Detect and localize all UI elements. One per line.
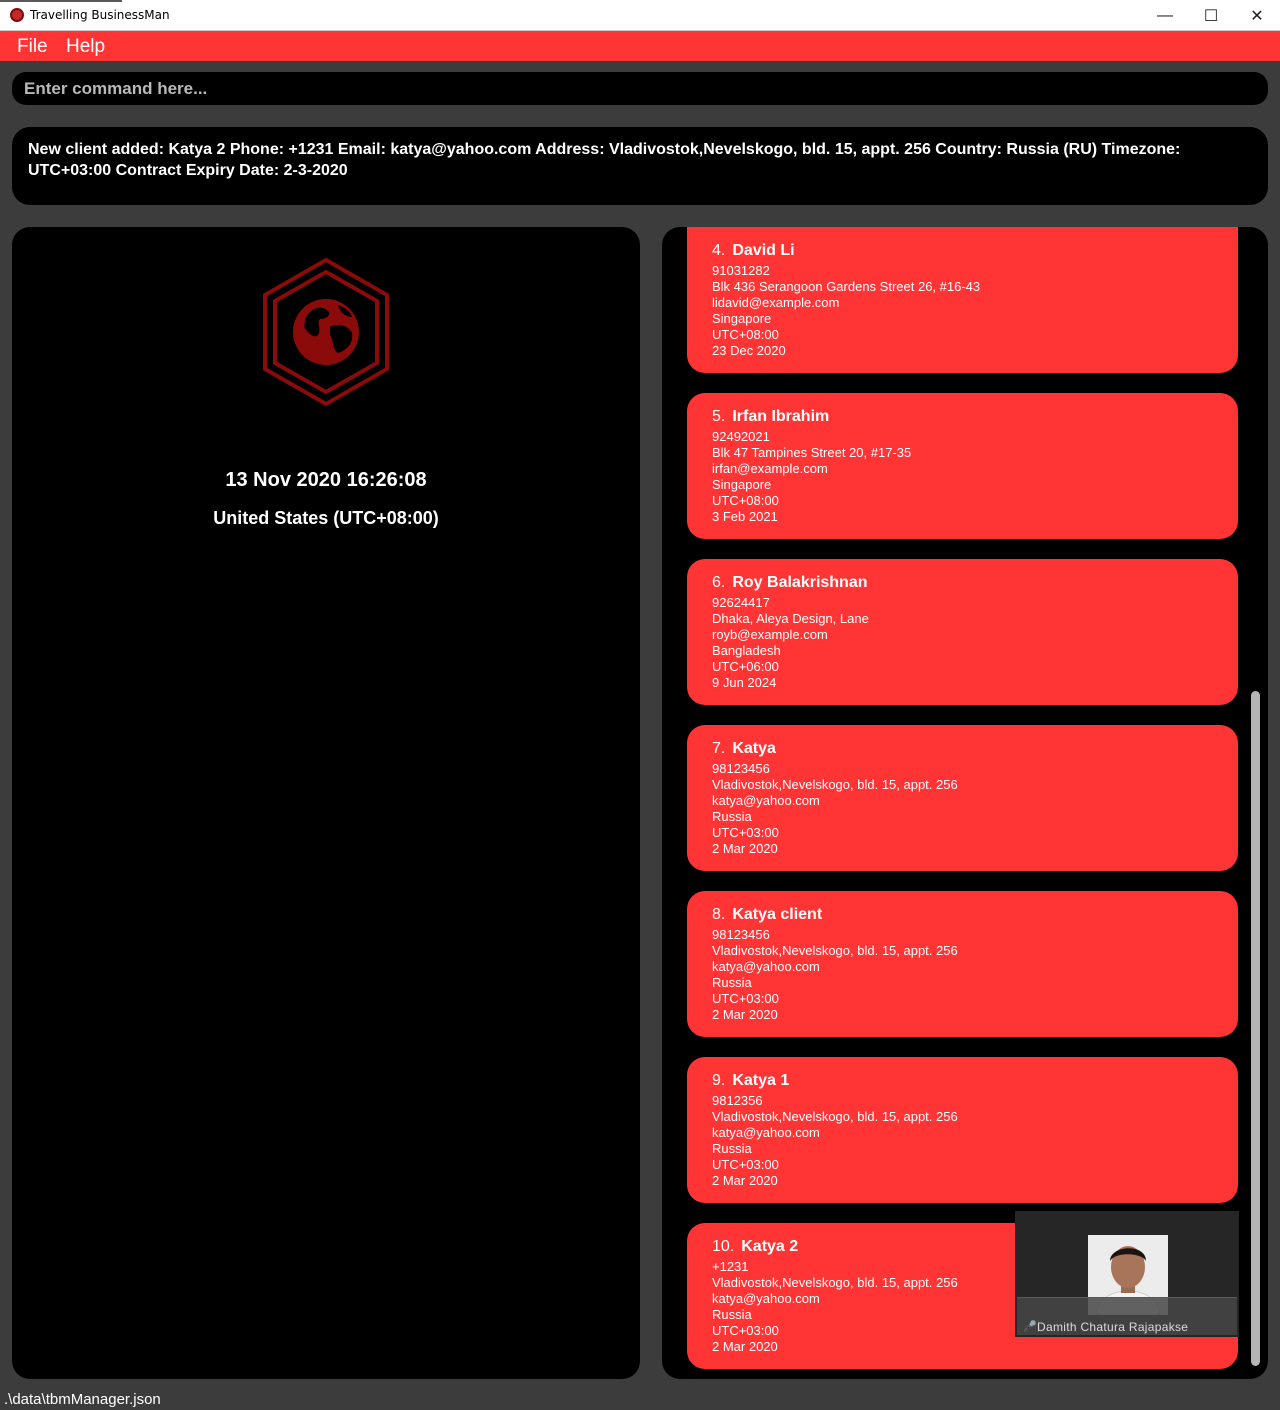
client-timezone: UTC+03:00 (712, 825, 779, 840)
client-index: 9. (712, 1072, 726, 1089)
status-bar: .\data\tbmManager.json (0, 1389, 1280, 1410)
title-bar: Travelling BusinessMan — ☐ ✕ (0, 0, 1280, 31)
client-address: Blk 436 Serangoon Gardens Street 26, #16… (712, 279, 981, 294)
client-timezone: UTC+06:00 (712, 659, 779, 674)
client-country: Bangladesh (712, 643, 781, 658)
window-title: Travelling BusinessMan (30, 8, 170, 22)
client-index: 8. (712, 906, 726, 923)
mic-muted-icon: 🎤 (1023, 1321, 1037, 1333)
client-phone: 91031282 (712, 263, 770, 278)
client-address: Blk 47 Tampines Street 20, #17-35 (712, 445, 912, 460)
client-name: Katya 2 (741, 1238, 799, 1255)
client-address: Vladivostok,Nevelskogo, bld. 15, appt. 2… (712, 943, 958, 958)
close-button[interactable]: ✕ (1234, 0, 1280, 31)
client-name: Katya 1 (732, 1072, 790, 1089)
client-expiry: 9 Jun 2024 (712, 675, 777, 690)
command-box (12, 72, 1268, 105)
client-email: lidavid@example.com (712, 295, 840, 310)
client-list-scrollbar[interactable] (1251, 691, 1260, 1366)
client-card[interactable]: 6. Roy Balakrishnan 92624417 Dhaka, Aleya… (687, 559, 1238, 705)
participant-name: Damith Chatura Rajapakse (1037, 1320, 1189, 1334)
client-country: Singapore (712, 311, 772, 326)
client-index: 6. (712, 574, 726, 591)
client-name: Katya client (732, 906, 823, 923)
client-address: Dhaka, Aleya Design, Lane (712, 611, 869, 626)
minimize-button[interactable]: — (1142, 0, 1188, 31)
client-phone: 98123456 (712, 761, 770, 776)
client-index: 4. (712, 242, 726, 259)
current-country-timezone: United States (UTC+08:00) (213, 508, 439, 528)
client-email: irfan@example.com (712, 461, 828, 476)
title-accent-line (0, 0, 122, 2)
result-text: New client added: Katya 2 Phone: +1231 E… (28, 141, 1181, 179)
client-card[interactable]: 7. Katya 98123456 Vladivostok,Nevelskogo,… (687, 725, 1238, 871)
menu-help[interactable]: Help (66, 36, 105, 58)
client-phone: 98123456 (712, 927, 770, 942)
client-expiry: 3 Feb 2021 (712, 509, 778, 524)
client-expiry: 2 Mar 2020 (712, 841, 778, 856)
client-expiry: 23 Dec 2020 (712, 343, 786, 358)
client-country: Russia (712, 1141, 752, 1156)
client-name: Katya (732, 740, 776, 757)
client-address: Vladivostok,Nevelskogo, bld. 15, appt. 2… (712, 777, 958, 792)
client-index: 7. (712, 740, 726, 757)
client-email: royb@example.com (712, 627, 828, 642)
client-country: Russia (712, 809, 752, 824)
client-name: David Li (732, 242, 795, 259)
clock-panel: 13 Nov 2020 16:26:08 United States (UTC+… (12, 227, 640, 1379)
client-country: Russia (712, 975, 752, 990)
client-expiry: 2 Mar 2020 (712, 1173, 778, 1188)
client-timezone: UTC+03:00 (712, 1157, 779, 1172)
client-card[interactable]: 5. Irfan Ibrahim 92492021 Blk 47 Tampines… (687, 393, 1238, 539)
client-phone: 9812356 (712, 1093, 763, 1108)
menu-file[interactable]: File (17, 36, 48, 58)
command-input[interactable] (12, 72, 1268, 105)
client-name: Roy Balakrishnan (732, 574, 868, 591)
client-email: katya@yahoo.com (712, 1125, 820, 1140)
client-index: 10. (712, 1238, 735, 1255)
client-expiry: 2 Mar 2020 (712, 1007, 778, 1022)
client-list[interactable]: 4. David Li 91031282 Blk 436 Serangoon Ga… (662, 227, 1268, 1379)
client-card[interactable]: 9. Katya 1 9812356 Vladivostok,Nevelskogo… (687, 1057, 1238, 1203)
video-call-overlay[interactable]: 🎤 Damith Chatura Rajapakse (1015, 1211, 1239, 1337)
maximize-button[interactable]: ☐ (1188, 0, 1234, 31)
client-address: Vladivostok,Nevelskogo, bld. 15, appt. 2… (712, 1109, 958, 1124)
client-country: Singapore (712, 477, 772, 492)
client-phone: 92492021 (712, 429, 770, 444)
menu-bar: File Help (0, 31, 1280, 61)
client-email: katya@yahoo.com (712, 959, 820, 974)
client-card[interactable]: 4. David Li 91031282 Blk 436 Serangoon Ga… (687, 227, 1238, 373)
client-phone: 92624417 (712, 595, 770, 610)
client-index: 5. (712, 408, 726, 425)
client-timezone: UTC+08:00 (712, 493, 779, 508)
status-file-path: .\data\tbmManager.json (4, 1391, 161, 1408)
app-icon (10, 8, 24, 22)
globe-hexagon-icon (263, 257, 389, 407)
client-timezone: UTC+03:00 (712, 991, 779, 1006)
current-datetime: 13 Nov 2020 16:26:08 (225, 469, 427, 491)
result-display: New client added: Katya 2 Phone: +1231 E… (12, 127, 1268, 205)
client-email: katya@yahoo.com (712, 793, 820, 808)
client-card[interactable]: 8. Katya client 98123456 Vladivostok,Neve… (687, 891, 1238, 1037)
client-timezone: UTC+08:00 (712, 327, 779, 342)
client-expiry: 2 Mar 2020 (712, 1339, 778, 1354)
participant-namebar: 🎤 Damith Chatura Rajapakse (1017, 1297, 1237, 1335)
client-name: Irfan Ibrahim (732, 408, 830, 425)
